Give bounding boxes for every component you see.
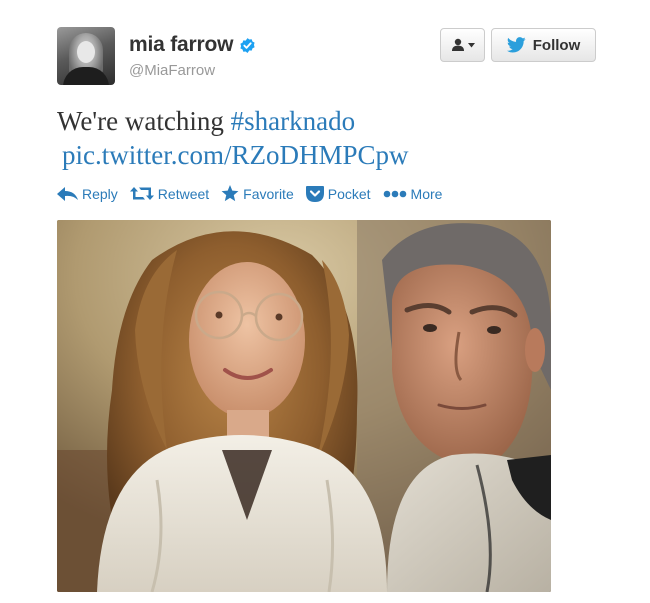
- star-icon: [221, 185, 239, 202]
- retweet-icon: [129, 186, 154, 201]
- tweet-card: mia farrow @MiaFarrow Follow We're watch…: [0, 0, 650, 603]
- pocket-label: Pocket: [327, 185, 371, 202]
- tweet-photo[interactable]: [57, 220, 551, 592]
- person-icon: [451, 38, 465, 52]
- follow-button[interactable]: Follow: [491, 28, 596, 62]
- tweet-text-prefix: We're watching: [57, 106, 231, 136]
- reply-arrow-icon: [57, 186, 78, 201]
- follow-label: Follow: [532, 36, 581, 54]
- tweet-actions: Reply Retweet Favorite Pocket More: [57, 185, 454, 202]
- user-handle[interactable]: @MiaFarrow: [129, 62, 215, 79]
- verified-badge-icon: [239, 37, 256, 54]
- reply-label: Reply: [82, 185, 118, 202]
- ellipsis-icon: [383, 190, 407, 198]
- media-link[interactable]: pic.twitter.com/RZoDHMPCpw: [62, 140, 409, 170]
- hashtag-link[interactable]: #sharknado: [231, 106, 355, 136]
- retweet-button[interactable]: Retweet: [129, 185, 210, 202]
- more-label: More: [410, 185, 443, 202]
- pocket-icon: [305, 185, 324, 202]
- more-button[interactable]: More: [383, 185, 443, 202]
- favorite-button[interactable]: Favorite: [221, 185, 294, 202]
- reply-button[interactable]: Reply: [57, 186, 118, 202]
- favorite-label: Favorite: [243, 185, 294, 202]
- user-name-row: mia farrow: [129, 33, 256, 57]
- user-actions-button[interactable]: [440, 28, 485, 62]
- twitter-bird-icon: [506, 37, 526, 53]
- avatar[interactable]: [57, 27, 115, 85]
- caret-down-icon: [467, 42, 475, 48]
- display-name[interactable]: mia farrow: [129, 33, 233, 57]
- pocket-button[interactable]: Pocket: [305, 185, 371, 202]
- tweet-text: We're watching #sharknado pic.twitter.co…: [57, 104, 617, 172]
- retweet-label: Retweet: [157, 185, 210, 202]
